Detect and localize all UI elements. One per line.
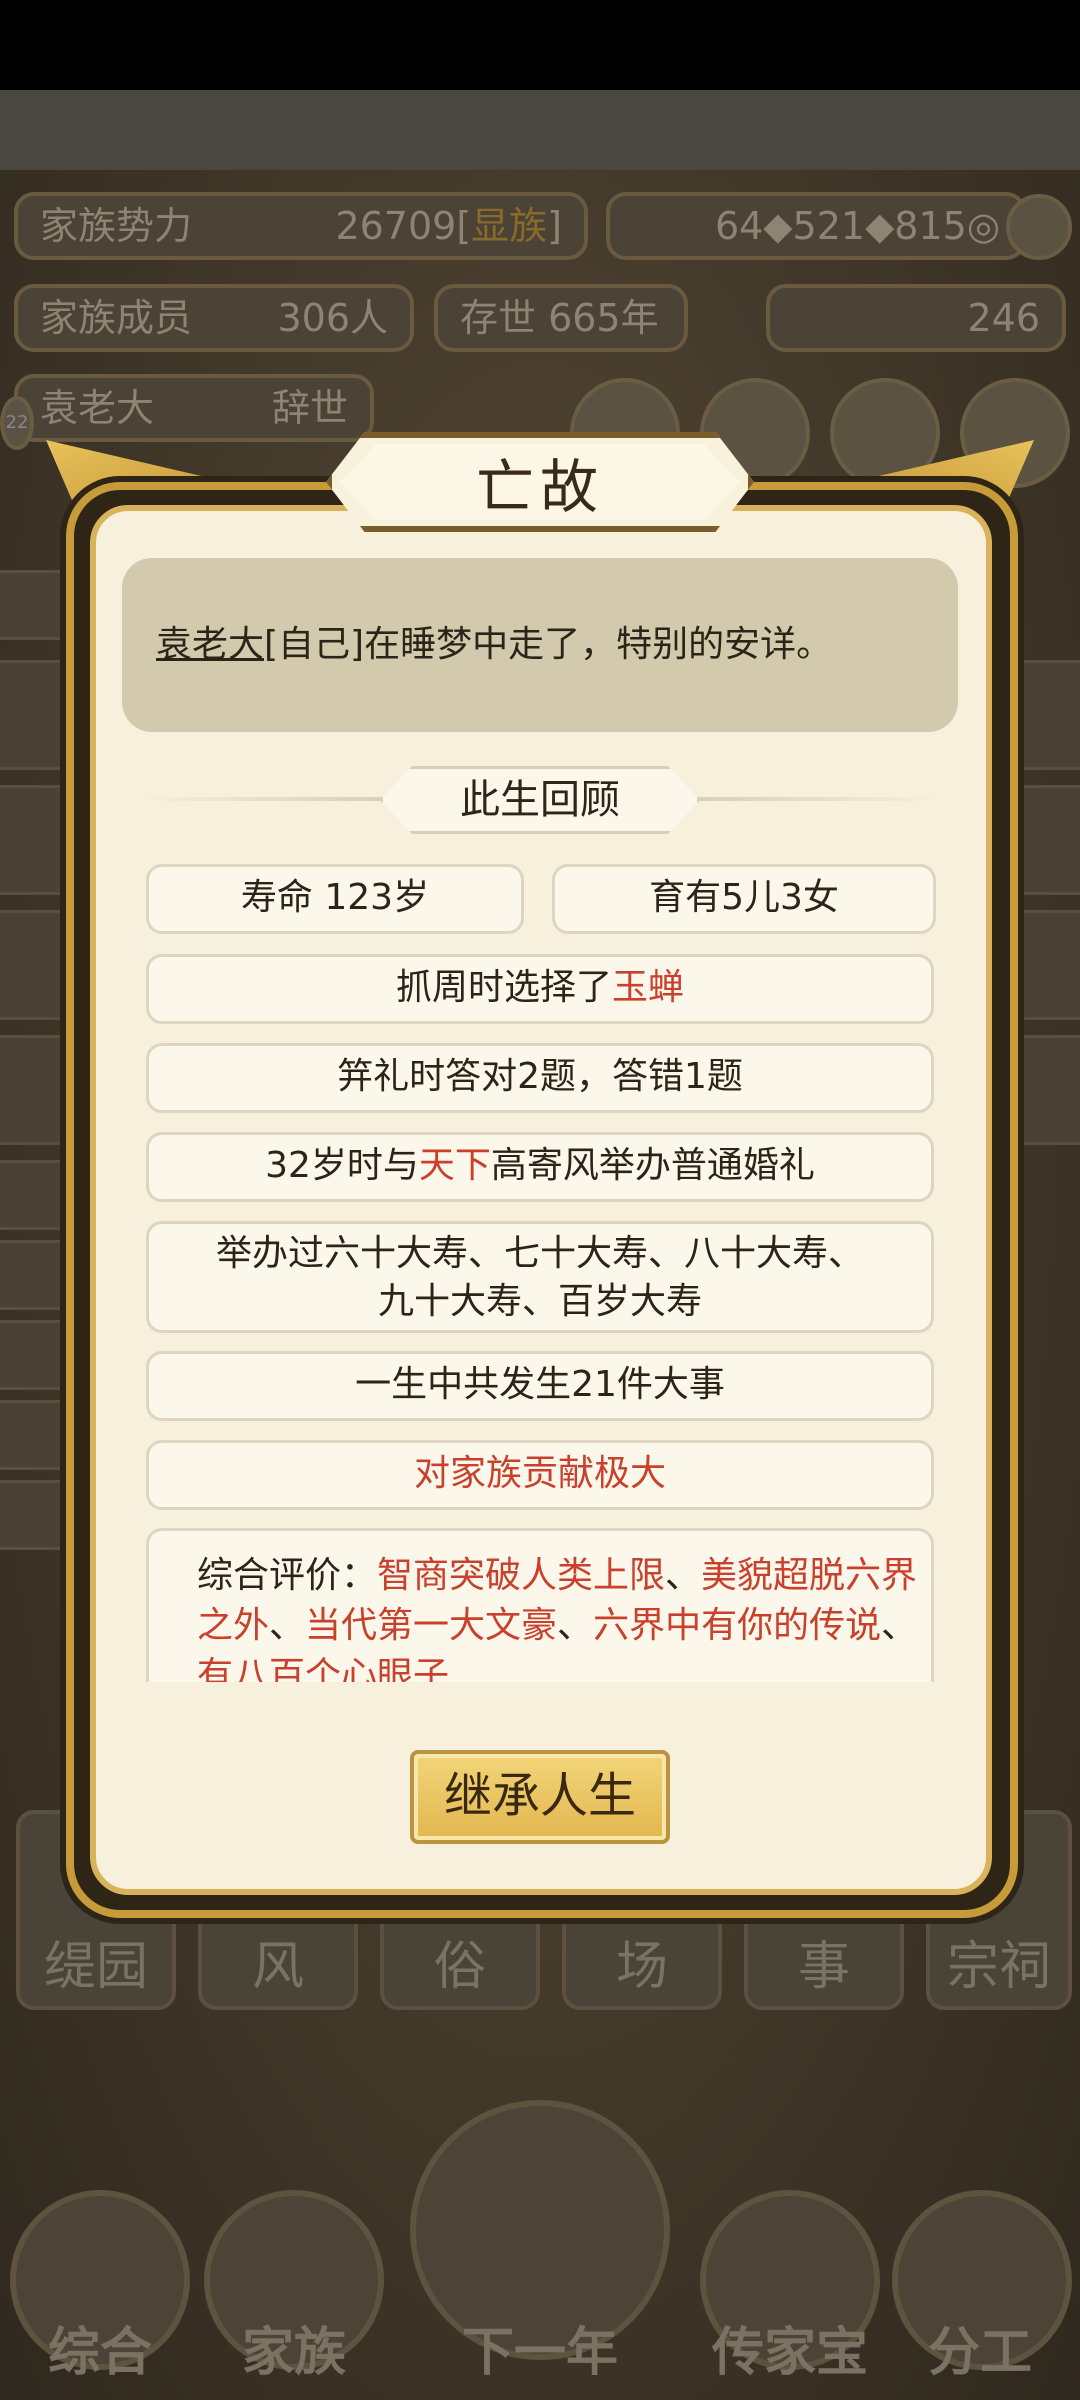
marriage-row: 32岁时与天下高寄风举办普通婚礼 — [146, 1132, 934, 1202]
help-icon[interactable] — [1006, 194, 1072, 260]
existence-value: 存世 665年 — [460, 296, 659, 340]
currency-c-value: 815 — [894, 204, 967, 248]
marriage-clan: 天下 — [418, 1145, 491, 1186]
separator: 、 — [665, 1555, 702, 1596]
currency-a-value: 64 — [714, 204, 764, 248]
dialog-title: 亡故 — [340, 444, 740, 520]
birthdays-row: 举办过六十大寿、七十大寿、八十大寿、 九十大寿、百岁大寿 — [146, 1221, 934, 1333]
trait: 六界中有你的传说 — [593, 1605, 882, 1646]
nav-heirloom-label: 传家宝 — [711, 2323, 868, 2383]
nav-next-year-label: 下一年 — [461, 2323, 618, 2383]
status-bar — [0, 0, 1080, 90]
divider-left — [140, 797, 390, 801]
lifespan-row: 寿命 123岁 — [146, 864, 524, 934]
marriage-suffix: 高寄风举办普通婚礼 — [490, 1145, 815, 1186]
children-row: 育有5儿3女 — [552, 864, 936, 934]
life-review-title: 此生回顾 — [380, 766, 700, 834]
zhuazhou-row: 抓周时选择了玉蝉 — [146, 954, 934, 1024]
top-strip — [0, 90, 1080, 170]
jili-text: 笄礼时答对2题，答错1题 — [337, 1056, 743, 1097]
level-badge: 22 — [0, 396, 34, 450]
contribution-text: 对家族贡献极大 — [413, 1453, 666, 1494]
trait: 有八百个心眼子 — [197, 1655, 450, 1682]
marriage-prefix: 32岁时与 — [265, 1145, 419, 1186]
nav-overview-label: 综合 — [47, 2323, 152, 2383]
gold-value: 246 — [967, 296, 1040, 340]
existence-panel: 存世 665年 — [434, 284, 688, 352]
message-name[interactable]: 袁老大 — [156, 624, 264, 665]
birthdays-line-2: 九十大寿、百岁大寿 — [377, 1281, 702, 1322]
inherit-life-button[interactable]: 继承人生 — [410, 1750, 670, 1844]
message-text: [自己]在睡梦中走了，特别的安详。 — [264, 624, 833, 665]
nav-family-label: 家族 — [241, 2323, 346, 2383]
family-rank: 显族 — [471, 204, 548, 248]
currency-panel: 64◆521◆815◎ — [606, 192, 1026, 260]
events-text: 一生中共发生21件大事 — [355, 1364, 725, 1405]
separator: 、 — [269, 1605, 306, 1646]
person-panel: 袁老大 辞世 — [14, 374, 374, 442]
family-power-label: 家族势力 — [40, 204, 193, 248]
zhuazhou-text: 抓周时选择了 — [395, 967, 612, 1008]
members-value: 306人 — [277, 296, 388, 340]
overall-evaluation[interactable]: 综合评价：智商突破人类上限、美貌超脱六界之外、当代第一大文豪、六界中有你的传说、… — [146, 1528, 934, 1682]
members-panel: 家族成员 306人 — [14, 284, 414, 352]
bottom-card-label: 俗 — [433, 1937, 486, 1997]
bottom-card-label: 事 — [797, 1937, 850, 1997]
overall-label: 综合评价： — [197, 1555, 378, 1596]
lifespan-text: 寿命 123岁 — [240, 877, 430, 918]
zhuazhou-item: 玉蝉 — [612, 967, 685, 1008]
contribution-row: 对家族贡献极大 — [146, 1440, 934, 1510]
death-message: 袁老大[自己]在睡梦中走了，特别的安详。 — [122, 558, 958, 732]
birthdays-line-1: 举办过六十大寿、七十大寿、八十大寿、 — [215, 1233, 864, 1274]
person-name: 袁老大 — [40, 386, 155, 430]
gold-panel: 246 — [766, 284, 1066, 352]
children-text: 育有5儿3女 — [649, 877, 839, 918]
events-row: 一生中共发生21件大事 — [146, 1351, 934, 1421]
members-label: 家族成员 — [40, 296, 193, 340]
family-power-panel: 家族势力 26709[显族] — [14, 192, 588, 260]
bottom-card-label: 场 — [615, 1937, 668, 1997]
jili-row: 笄礼时答对2题，答错1题 — [146, 1043, 934, 1113]
bottom-card-label: 宗祠 — [946, 1937, 1051, 1997]
nav-division-label: 分工 — [927, 2323, 1032, 2383]
level-badge-value: 22 — [5, 412, 29, 433]
divider-right — [690, 797, 940, 801]
separator: 、 — [557, 1605, 594, 1646]
trait: 智商突破人类上限 — [377, 1555, 666, 1596]
bottom-card-label: 风 — [251, 1937, 304, 1997]
bottom-card-label: 缇园 — [43, 1937, 148, 1997]
person-status: 辞世 — [271, 386, 348, 430]
currency-b-value: 521 — [792, 204, 866, 248]
family-power-value: 26709 — [335, 204, 457, 248]
trait: 当代第一大文豪 — [305, 1605, 558, 1646]
separator: 、 — [881, 1605, 918, 1646]
